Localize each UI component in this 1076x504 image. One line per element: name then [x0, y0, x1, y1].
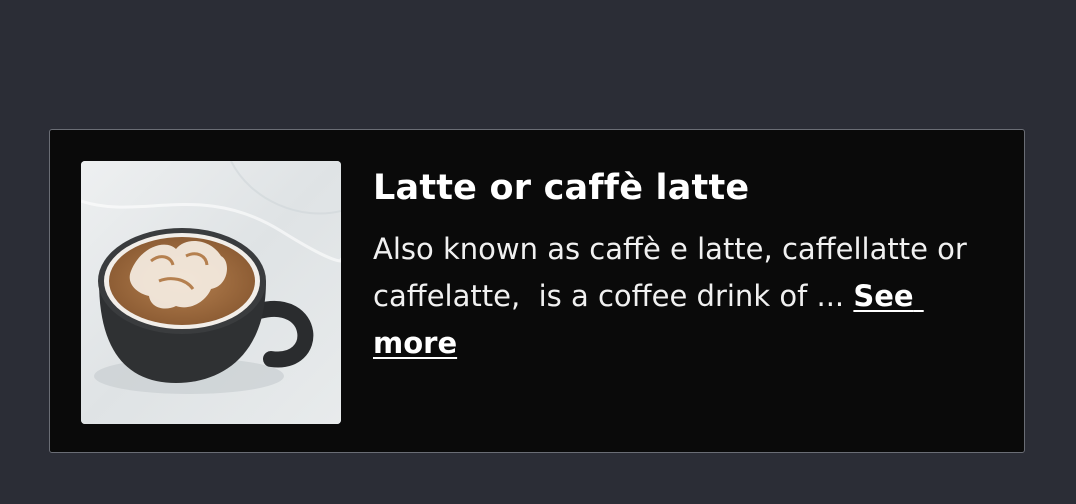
- card-title: Latte or caffè latte: [373, 168, 750, 208]
- card-content: Latte or caffè latte Also known as caffè…: [373, 166, 1003, 367]
- latte-image: [81, 161, 341, 424]
- card-description: Also known as caffè e latte, caffellatte…: [373, 226, 1003, 367]
- latte-cup-image: [81, 161, 341, 424]
- coffee-card: Latte or caffè latte Also known as caffè…: [49, 129, 1025, 453]
